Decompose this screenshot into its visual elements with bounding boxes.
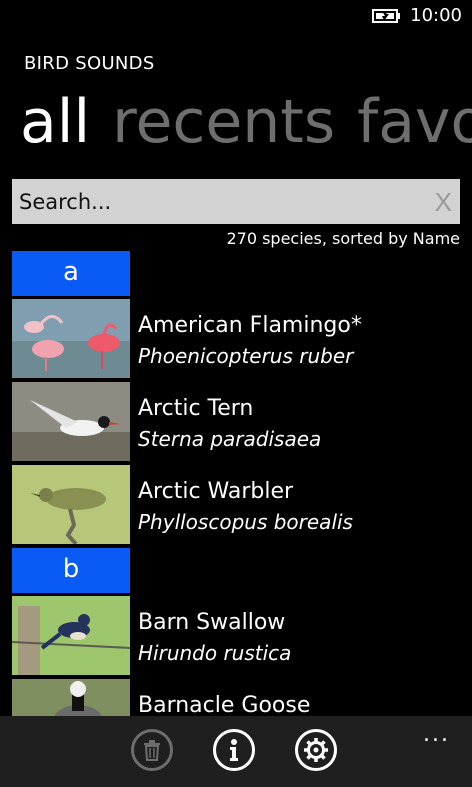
battery-charging-icon (372, 9, 400, 23)
gear-icon (304, 738, 328, 762)
search-box: X (12, 179, 460, 224)
list-item[interactable]: Barnacle Goose (12, 679, 472, 716)
species-list[interactable]: a American Flamingo* Phoenicopterus rube… (12, 251, 472, 716)
pivot-header: all recents favo (20, 78, 472, 166)
american-flamingo-thumbnail (12, 299, 130, 378)
pivot-all[interactable]: all (20, 78, 90, 166)
trash-icon (144, 740, 160, 761)
status-bar: 10:00 (0, 0, 472, 32)
barn-swallow-thumbnail (12, 596, 130, 675)
pivot-recents[interactable]: recents (112, 78, 335, 166)
species-latin-name: Sterna paradisaea (138, 427, 322, 451)
species-name: Arctic Warbler (138, 479, 294, 504)
info-button[interactable] (213, 729, 255, 771)
clock: 10:00 (410, 5, 462, 26)
species-latin-name: Hirundo rustica (138, 641, 292, 665)
list-item[interactable]: Barn Swallow Hirundo rustica (12, 596, 472, 675)
arctic-warbler-thumbnail (12, 465, 130, 544)
search-input[interactable] (12, 179, 412, 224)
list-item[interactable]: Arctic Warbler Phylloscopus borealis (12, 465, 472, 544)
species-name: Arctic Tern (138, 396, 254, 421)
more-options-button[interactable]: ... (423, 722, 450, 747)
species-name: American Flamingo* (138, 313, 362, 338)
species-name: Barnacle Goose (138, 693, 311, 716)
app-title: BIRD SOUNDS (24, 53, 155, 74)
clear-search-button[interactable]: X (435, 187, 452, 218)
arctic-tern-thumbnail (12, 382, 130, 461)
group-header-a[interactable]: a (12, 251, 130, 296)
barnacle-goose-thumbnail (12, 679, 130, 716)
delete-button[interactable] (131, 729, 173, 771)
list-item[interactable]: American Flamingo* Phoenicopterus ruber (12, 299, 472, 378)
app-bar: ... (0, 716, 472, 787)
info-icon (230, 739, 238, 761)
species-latin-name: Phylloscopus borealis (138, 510, 353, 534)
species-latin-name: Phoenicopterus ruber (138, 344, 354, 368)
settings-button[interactable] (295, 729, 337, 771)
species-name: Barn Swallow (138, 610, 286, 635)
list-item[interactable]: Arctic Tern Sterna paradisaea (12, 382, 472, 461)
group-header-b[interactable]: b (12, 548, 130, 593)
species-count: 270 species, sorted by Name (226, 229, 460, 248)
pivot-favorites[interactable]: favo (357, 78, 472, 166)
